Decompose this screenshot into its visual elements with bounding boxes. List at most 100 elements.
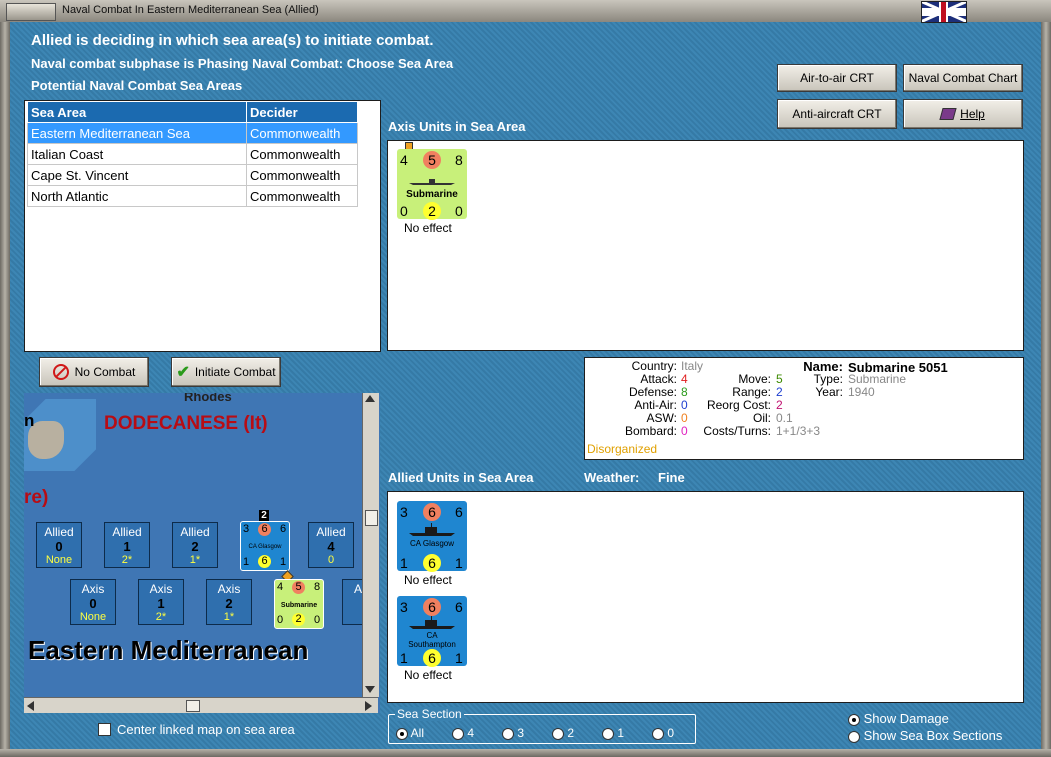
option-label: All xyxy=(410,726,425,740)
allied-section-box[interactable]: Allied 0 None xyxy=(36,522,82,568)
weather-label: Weather: xyxy=(584,470,640,485)
book-icon xyxy=(939,108,957,120)
axis-units-label: Axis Units in Sea Area xyxy=(388,119,526,134)
help-button[interactable]: Help xyxy=(903,99,1023,129)
column-header-sea-area[interactable]: Sea Area xyxy=(27,101,247,123)
decider-cell: Commonwealth xyxy=(246,185,358,207)
counter-name: CA Glasgow xyxy=(248,544,282,550)
horizontal-scroll-thumb[interactable] xyxy=(186,700,200,712)
table-row[interactable]: North Atlantic Commonwealth xyxy=(27,185,358,207)
table-row[interactable]: Italian Coast Commonwealth xyxy=(27,143,358,165)
option-label: 0 xyxy=(667,726,675,740)
stack-count-badge: 2 xyxy=(259,510,269,521)
initiate-combat-button[interactable]: ✔ Initiate Combat xyxy=(171,357,281,387)
allied-units-panel: 3 6 6 CA Glasgow 1 6 1 No effect 3 6 6 C… xyxy=(387,491,1024,703)
box-number: 2 xyxy=(225,596,233,611)
allied-section-box[interactable]: Allied 1 2* xyxy=(104,522,150,568)
allied-section-box[interactable]: Allied 2 1* xyxy=(172,522,218,568)
sea-name-label: Eastern Mediterranean xyxy=(28,635,309,665)
counter-bottom-right: 1 xyxy=(455,555,463,571)
allied-unit-status: No effect xyxy=(404,668,452,682)
sea-section-option-0[interactable]: 0 xyxy=(652,726,692,740)
vertical-scroll-thumb[interactable] xyxy=(365,510,378,526)
axis-section-box[interactable]: Axis 2 1* xyxy=(206,579,252,625)
map-axis-counter[interactable]: 4 5 8 Submarine 0 2 0 xyxy=(274,579,324,629)
system-menu-button[interactable] xyxy=(6,3,56,21)
box-number: 2 xyxy=(191,539,199,554)
scroll-down-arrow[interactable] xyxy=(365,686,375,693)
table-row[interactable]: Eastern Mediterranean Sea Commonwealth xyxy=(27,122,358,144)
decider-cell: Commonwealth xyxy=(246,122,358,144)
help-label: Help xyxy=(960,107,985,121)
box-side: Axis xyxy=(149,582,173,596)
sea-section-option-1[interactable]: 1 xyxy=(602,726,652,740)
box-number: 1 xyxy=(123,539,131,554)
sea-section-option-2[interactable]: 2 xyxy=(552,726,602,740)
sea-section-option-4[interactable]: 4 xyxy=(452,726,502,740)
counter-bottom-mid: 2 xyxy=(292,613,305,626)
box-side: Allied xyxy=(316,525,346,539)
counter-attack: 4 xyxy=(400,152,408,168)
counter-defense: 8 xyxy=(455,152,463,168)
anti-aircraft-crt-button[interactable]: Anti-aircraft CRT xyxy=(777,99,897,129)
no-combat-button[interactable]: No Combat xyxy=(39,357,149,387)
option-label: 4 xyxy=(467,726,475,740)
counter-defense: 6 xyxy=(455,504,463,520)
allied-units-label: Allied Units in Sea Area xyxy=(388,470,534,485)
horizontal-scrollbar[interactable] xyxy=(24,697,378,713)
counter-bottom-left: 1 xyxy=(243,556,250,568)
axis-section-box[interactable]: Axis 0 None xyxy=(70,579,116,625)
vertical-scrollbar[interactable] xyxy=(362,393,379,697)
counter-defense: 6 xyxy=(455,599,463,615)
sea-area-list[interactable]: Sea Area Decider Eastern Mediterranean S… xyxy=(24,100,381,352)
axis-unit-counter[interactable]: 4 5 8 Submarine 0 2 0 xyxy=(397,149,467,220)
counter-attack: 3 xyxy=(400,504,408,520)
sea-section-label: Sea Section xyxy=(395,707,464,721)
cruiser-icon xyxy=(409,616,455,629)
window-border-bottom xyxy=(0,749,1051,757)
scroll-right-arrow[interactable] xyxy=(365,701,372,711)
show-damage-option[interactable]: Show Damage xyxy=(848,711,949,726)
counter-bottom-mid: 6 xyxy=(423,554,441,572)
column-header-decider[interactable]: Decider xyxy=(246,101,358,123)
box-sub: None xyxy=(45,554,73,566)
counter-mid-value: 6 xyxy=(258,523,271,536)
box-number: 4 xyxy=(327,539,335,554)
sea-section-option-3[interactable]: 3 xyxy=(502,726,552,740)
box-side: Allied xyxy=(44,525,74,539)
region-label: DODECANESE (It) xyxy=(104,413,268,434)
axis-section-box[interactable]: Axis 1 2* xyxy=(138,579,184,625)
counter-mid-value: 6 xyxy=(423,503,441,521)
center-map-checkbox[interactable] xyxy=(98,723,111,736)
show-sections-label: Show Sea Box Sections xyxy=(863,728,1003,743)
allied-unit-counter[interactable]: 3 6 6 CA Southampton 1 6 1 xyxy=(397,596,467,667)
allied-unit-counter[interactable]: 3 6 6 CA Glasgow 1 6 1 xyxy=(397,501,467,572)
sea-area-cell: North Atlantic xyxy=(27,185,247,207)
counter-name: Submarine xyxy=(406,189,458,200)
initiate-combat-label: Initiate Combat xyxy=(194,365,276,379)
rhodes-label: Rhodes xyxy=(184,393,232,404)
scroll-left-arrow[interactable] xyxy=(27,701,34,711)
air-to-air-crt-button[interactable]: Air-to-air CRT xyxy=(777,64,897,92)
scroll-up-arrow[interactable] xyxy=(365,395,375,402)
allied-section-box[interactable]: Allied 4 0 xyxy=(308,522,354,568)
decider-cell: Commonwealth xyxy=(246,164,358,186)
sea-area-map[interactable]: Rhodes DODECANESE (It) n re) Allied 0 No… xyxy=(24,393,380,713)
box-side: Axis xyxy=(217,582,241,596)
counter-defense: 8 xyxy=(314,581,321,593)
sea-section-options: All 4 3 2 1 0 xyxy=(396,726,692,740)
box-sub: 1* xyxy=(223,611,235,623)
counter-bottom-left: 0 xyxy=(277,614,284,626)
counter-attack: 4 xyxy=(277,581,284,593)
sea-section-option-all[interactable]: All xyxy=(396,726,452,740)
sea-area-cell: Eastern Mediterranean Sea xyxy=(27,122,247,144)
map-allied-counter[interactable]: 3 6 6 CA Glasgow 1 6 1 xyxy=(240,521,290,571)
center-map-checkbox-row[interactable]: Center linked map on sea area xyxy=(98,722,295,737)
table-row[interactable]: Cape St. Vincent Commonwealth xyxy=(27,164,358,186)
axis-unit-status: No effect xyxy=(404,221,452,235)
show-sections-option[interactable]: Show Sea Box Sections xyxy=(848,728,1002,743)
counter-bottom-right: 1 xyxy=(280,556,287,568)
counter-bottom-right: 0 xyxy=(314,614,321,626)
naval-combat-chart-button[interactable]: Naval Combat Chart xyxy=(903,64,1023,92)
no-entry-icon xyxy=(52,364,69,380)
